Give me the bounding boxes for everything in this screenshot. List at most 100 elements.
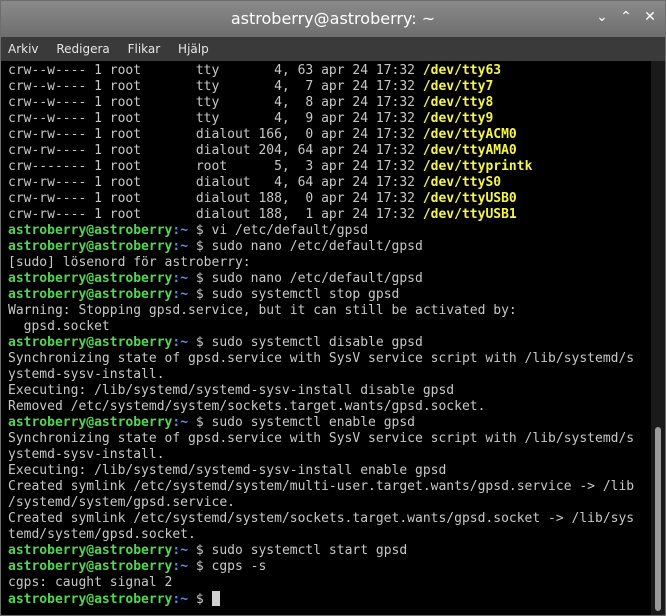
scrollbar-thumb[interactable] (655, 427, 661, 611)
device-path: /dev/tty7 (422, 79, 494, 94)
prompt-symbol: $ (195, 592, 212, 607)
prompt-user: astroberry@astroberry (8, 415, 173, 430)
terminal-line: gpsd.socket (8, 319, 634, 335)
terminal-line: astroberry@astroberry:~ $ sudo systemctl… (8, 415, 634, 431)
output-text: Executing: /lib/systemd/systemd-sysv-ins… (8, 383, 455, 398)
terminal-line: [sudo] lösenord för astroberry: (8, 255, 634, 271)
terminal-line: crw-rw---- 1 root dialout 188, 1 apr 24 … (8, 207, 634, 223)
output-text: Executing: /lib/systemd/systemd-sysv-ins… (8, 463, 447, 478)
device-perms: crw-rw---- 1 root dialout 4, 64 apr 24 1… (8, 175, 423, 190)
terminal-line: ystemd-sysv-install. (8, 447, 634, 463)
terminal-line: Executing: /lib/systemd/systemd-sysv-ins… (8, 463, 634, 479)
terminal-line: temd/system/gpsd.socket. (8, 527, 634, 543)
prompt-user: astroberry@astroberry (8, 543, 173, 558)
terminal-line: crw------- 1 root root 5, 3 apr 24 17:32… (8, 159, 634, 175)
prompt-user: astroberry@astroberry (8, 559, 173, 574)
command-text: cgps -s (211, 559, 267, 574)
window-title: astroberry@astroberry: ~ (230, 9, 436, 28)
output-text: ystemd-sysv-install. (8, 367, 165, 382)
prompt-path: :~ (172, 592, 196, 607)
device-perms: crw------- 1 root root 5, 3 apr 24 17:32 (8, 159, 423, 174)
device-perms: crw-rw---- 1 root dialout 188, 0 apr 24 … (8, 191, 423, 206)
terminal-line: ystemd-sysv-install. (8, 367, 634, 383)
terminal-output[interactable]: crw--w---- 1 root tty 4, 63 apr 24 17:32… (1, 61, 651, 615)
output-text: ystemd-sysv-install. (8, 447, 165, 462)
terminal-line: cgps: caught signal 2 (8, 575, 634, 591)
device-perms: crw-rw---- 1 root dialout 166, 0 apr 24 … (8, 127, 423, 142)
terminal-line: Removed /etc/systemd/system/sockets.targ… (8, 399, 634, 415)
terminal-line: crw-rw---- 1 root dialout 166, 0 apr 24 … (8, 127, 634, 143)
output-text: Warning: Stopping gpsd.service, but it c… (8, 303, 517, 318)
terminal-line: Synchronizing state of gpsd.service with… (8, 351, 634, 367)
device-path: /dev/tty9 (422, 111, 494, 126)
terminal-line: crw-rw---- 1 root dialout 4, 64 apr 24 1… (8, 175, 634, 191)
terminal-line: crw--w---- 1 root tty 4, 7 apr 24 17:32 … (8, 79, 634, 95)
terminal-line: astroberry@astroberry:~ $ vi /etc/defaul… (8, 223, 634, 239)
prompt-path: :~ (172, 223, 196, 238)
prompt-path: :~ (172, 239, 196, 254)
terminal-line: astroberry@astroberry:~ $ sudo nano /etc… (8, 271, 634, 287)
prompt-path: :~ (172, 559, 196, 574)
text-cursor (211, 591, 220, 606)
device-perms: crw--w---- 1 root tty 4, 9 apr 24 17:32 (8, 111, 423, 126)
terminal-line: Created symlink /etc/systemd/system/mult… (8, 479, 634, 495)
terminal-line: crw-rw---- 1 root dialout 204, 64 apr 24… (8, 143, 634, 159)
command-text: sudo systemctl stop gpsd (211, 287, 400, 302)
menu-arkiv[interactable]: Arkiv (1, 37, 46, 61)
terminal-line: crw--w---- 1 root tty 4, 63 apr 24 17:32… (8, 63, 634, 79)
menu-flikar[interactable]: Flikar (121, 37, 168, 61)
output-text: Removed /etc/systemd/system/sockets.targ… (8, 399, 486, 414)
prompt-user: astroberry@astroberry (8, 335, 173, 350)
command-text: sudo systemctl enable gpsd (211, 415, 416, 430)
menu-redigera[interactable]: Redigera (49, 37, 116, 61)
prompt-path: :~ (172, 287, 196, 302)
terminal-line: Synchronizing state of gpsd.service with… (8, 431, 634, 447)
device-path: /dev/ttyprintk (422, 159, 533, 174)
menu-bar: Arkiv Redigera Flikar Hjälp (1, 37, 665, 61)
output-text: Created symlink /etc/systemd/system/mult… (8, 479, 635, 494)
output-text: Synchronizing state of gpsd.service with… (8, 431, 635, 446)
command-text: vi /etc/default/gpsd (211, 223, 369, 238)
prompt-user: astroberry@astroberry (8, 223, 173, 238)
output-text: gpsd.socket (8, 319, 110, 334)
terminal-line: /systemd/system/gpsd.service. (8, 495, 634, 511)
prompt-user: astroberry@astroberry (8, 239, 173, 254)
prompt-symbol: $ (195, 415, 212, 430)
minimize-button[interactable]: ⌄ (595, 10, 609, 24)
terminal-line: crw-rw---- 1 root dialout 188, 0 apr 24 … (8, 191, 634, 207)
terminal-window: astroberry@astroberry: ~ ⌄ ⌃ ✕ Arkiv Red… (0, 0, 666, 616)
device-perms: crw-rw---- 1 root dialout 204, 64 apr 24… (8, 143, 423, 158)
device-perms: crw--w---- 1 root tty 4, 8 apr 24 17:32 (8, 95, 423, 110)
menu-hjalp[interactable]: Hjälp (171, 37, 216, 61)
prompt-user: astroberry@astroberry (8, 287, 173, 302)
prompt-path: :~ (172, 415, 196, 430)
device-path: /dev/ttyS0 (422, 175, 502, 190)
output-text: cgps: caught signal 2 (8, 575, 173, 590)
output-text: Created symlink /etc/systemd/system/sock… (8, 511, 635, 526)
close-button[interactable]: ✕ (643, 10, 657, 24)
prompt-path: :~ (172, 543, 196, 558)
prompt-user: astroberry@astroberry (8, 271, 173, 286)
command-text: sudo systemctl disable gpsd (211, 335, 423, 350)
terminal-line: astroberry@astroberry:~ $ cgps -s (8, 559, 634, 575)
terminal-line: astroberry@astroberry:~ $ sudo systemctl… (8, 335, 634, 351)
device-path: /dev/tty63 (422, 63, 502, 78)
output-text: /systemd/system/gpsd.service. (8, 495, 235, 510)
prompt-symbol: $ (195, 239, 212, 254)
prompt-path: :~ (172, 335, 196, 350)
title-bar[interactable]: astroberry@astroberry: ~ ⌄ ⌃ ✕ (1, 1, 665, 37)
terminal-line: astroberry@astroberry:~ $ sudo systemctl… (8, 543, 634, 559)
terminal-line: crw--w---- 1 root tty 4, 9 apr 24 17:32 … (8, 111, 634, 127)
device-path: /dev/ttyUSB0 (422, 191, 517, 206)
prompt-path: :~ (172, 271, 196, 286)
output-text: temd/system/gpsd.socket. (8, 527, 196, 542)
prompt-symbol: $ (195, 287, 212, 302)
output-text: Synchronizing state of gpsd.service with… (8, 351, 635, 366)
maximize-button[interactable]: ⌃ (619, 10, 633, 24)
prompt-user: astroberry@astroberry (8, 592, 173, 607)
prompt-symbol: $ (195, 223, 212, 238)
scrollbar[interactable] (651, 61, 665, 615)
terminal-line: Created symlink /etc/systemd/system/sock… (8, 511, 634, 527)
terminal-line: astroberry@astroberry:~ $ sudo systemctl… (8, 287, 634, 303)
command-text: sudo systemctl start gpsd (211, 543, 408, 558)
